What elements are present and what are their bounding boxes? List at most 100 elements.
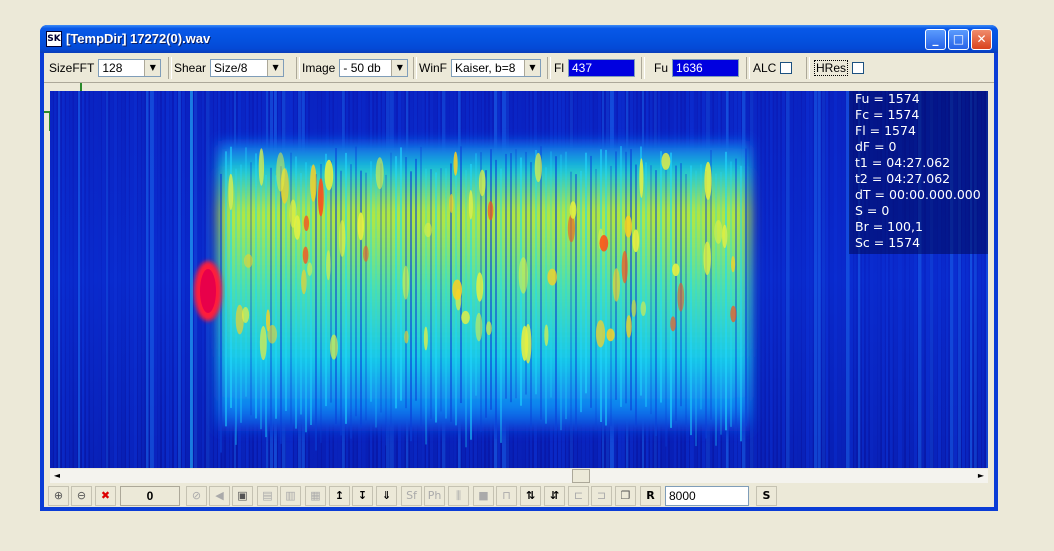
signal-stripe [355,146,357,417]
split-icon[interactable]: ⊐ [591,486,612,506]
signal-hotspot [324,159,334,191]
signal-hotspot [626,315,632,338]
signal-stripe [280,166,282,444]
chevron-down-icon[interactable]: ▼ [267,60,284,76]
grid-icon[interactable]: ▤ [257,486,278,506]
signal-hotspot [338,219,346,257]
zoom-in-icon[interactable]: ⊕ [48,486,69,506]
winf-select[interactable]: Kaiser, b=8 ▼ [451,59,541,77]
title-bar[interactable]: SK [TempDir] 17272(0).wav _ □ ✕ [40,25,998,53]
spectrogram-panel[interactable]: Fu = 1574 Fc = 1574 Fl = 1574 dF = 0 t1 … [50,91,988,468]
signal-hotspot [329,334,338,360]
signal-hotspot [265,309,271,332]
scroll-right-arrow-icon[interactable]: ► [974,469,988,483]
fl-input[interactable]: 437 [568,59,635,77]
noise-stripe [130,91,134,468]
noise-stripe [834,91,838,468]
signal-stripe [645,162,647,407]
signal-stripe [295,156,297,429]
marker-up-icon[interactable]: ↥ [329,486,350,506]
toolbar-divider [168,57,172,79]
close-button[interactable]: ✕ [971,29,992,50]
sizefft-select[interactable]: 128 ▼ [98,59,162,77]
grid-alt-icon[interactable]: ▥ [280,486,301,506]
signal-stripe [720,171,722,435]
comb-icon[interactable]: ⫼ [448,486,469,506]
top-toolbar: SizeFFT 128 ▼ Shear Size/8 ▼ Image - 50 … [44,53,994,83]
noise-stripe [798,91,801,468]
noise-stripe [86,91,89,468]
sf-button[interactable]: Sf [401,486,422,506]
signal-stripe [665,168,667,447]
select-frame-icon[interactable]: ▣ [232,486,253,506]
signal-stripe [740,165,742,442]
image-select[interactable]: - 50 db ▼ [339,59,409,77]
r-button[interactable]: R [640,486,661,506]
delete-icon[interactable]: ✖ [95,486,116,506]
spectrogram-image[interactable] [50,91,988,468]
signal-stripe [310,165,312,425]
signal-stripe [245,147,247,397]
scrollbar-thumb[interactable] [572,469,590,483]
arrows-updown-icon[interactable]: ⇅ [520,486,541,506]
chevron-down-icon[interactable]: ▼ [524,60,540,76]
fu-input[interactable]: 1636 [672,59,740,77]
zoom-out-icon[interactable]: ⊖ [71,486,92,506]
signal-stripe [305,162,307,433]
shear-label: Shear [174,61,207,75]
shear-select[interactable]: Size/8 ▼ [210,59,285,77]
signal-stripe [670,152,672,428]
signal-hotspot [640,301,647,316]
client-area: SizeFFT 128 ▼ Shear Size/8 ▼ Image - 50 … [44,53,994,507]
copy-icon[interactable]: ❐ [615,486,636,506]
signal-stripe [705,170,707,439]
noise-stripe [74,91,78,468]
signal-hotspot [722,224,728,249]
signal-hotspot [243,254,253,268]
alc-checkbox[interactable] [780,62,793,74]
signal-hotspot [703,241,711,276]
maximize-button[interactable]: □ [948,29,969,50]
speaker-icon[interactable]: ◀ [209,486,230,506]
marker-down-icon[interactable]: ↧ [352,486,373,506]
stop-icon[interactable]: ⊘ [186,486,207,506]
fu-label: Fu [654,61,669,75]
bottom-toolbar: ⊕ ⊖ ✖ 0 ⊘ ◀ ▣ ▤ ▥ ▦ ↥ ↧ ⇓ Sf Ph ⫼ ■ ⊓ ⇅ … [44,485,994,507]
signal-stripe [655,170,657,436]
signal-hotspot [730,305,737,323]
reset-icon[interactable]: ⇵ [544,486,565,506]
signal-stripe [595,168,597,430]
noise-stripe [146,91,149,468]
signal-hotspot [544,324,549,347]
chevron-down-icon[interactable]: ▼ [144,60,161,76]
s-button[interactable]: S [756,486,777,506]
signal-hotspot [423,326,428,351]
noise-stripe [158,91,161,468]
sample-rate-input[interactable]: 8000 [665,486,749,506]
signal-stripe [275,175,277,419]
signal-hotspot [521,325,529,361]
ph-button[interactable]: Ph [424,486,445,506]
signal-hotspot [547,268,557,286]
block-icon[interactable]: ■ [473,486,494,506]
hres-checkbox[interactable] [852,62,865,74]
signal-stripe [390,152,392,427]
bars-icon[interactable]: ▦ [305,486,326,506]
pulse-icon[interactable]: ⊓ [496,486,517,506]
window-title: [TempDir] 17272(0).wav [66,31,211,46]
signal-hotspot [452,279,463,301]
chevron-down-icon[interactable]: ▼ [391,60,408,76]
signal-stripe [500,168,502,443]
signal-hotspot [302,246,309,264]
app-icon[interactable]: SK [46,31,62,47]
marker-multi-icon[interactable]: ⇓ [376,486,397,506]
winf-label: WinF [419,61,447,75]
signal-hotspot [567,214,575,243]
minimize-button[interactable]: _ [925,29,946,50]
noise-stripe [70,91,73,468]
overlay-line-fl: Fl = 1574 [855,123,916,138]
horizontal-scrollbar[interactable]: ◄ ► [50,469,988,483]
tree-icon[interactable]: ⊏ [568,486,589,506]
signal-stripe [290,152,292,429]
scroll-left-arrow-icon[interactable]: ◄ [50,469,64,483]
